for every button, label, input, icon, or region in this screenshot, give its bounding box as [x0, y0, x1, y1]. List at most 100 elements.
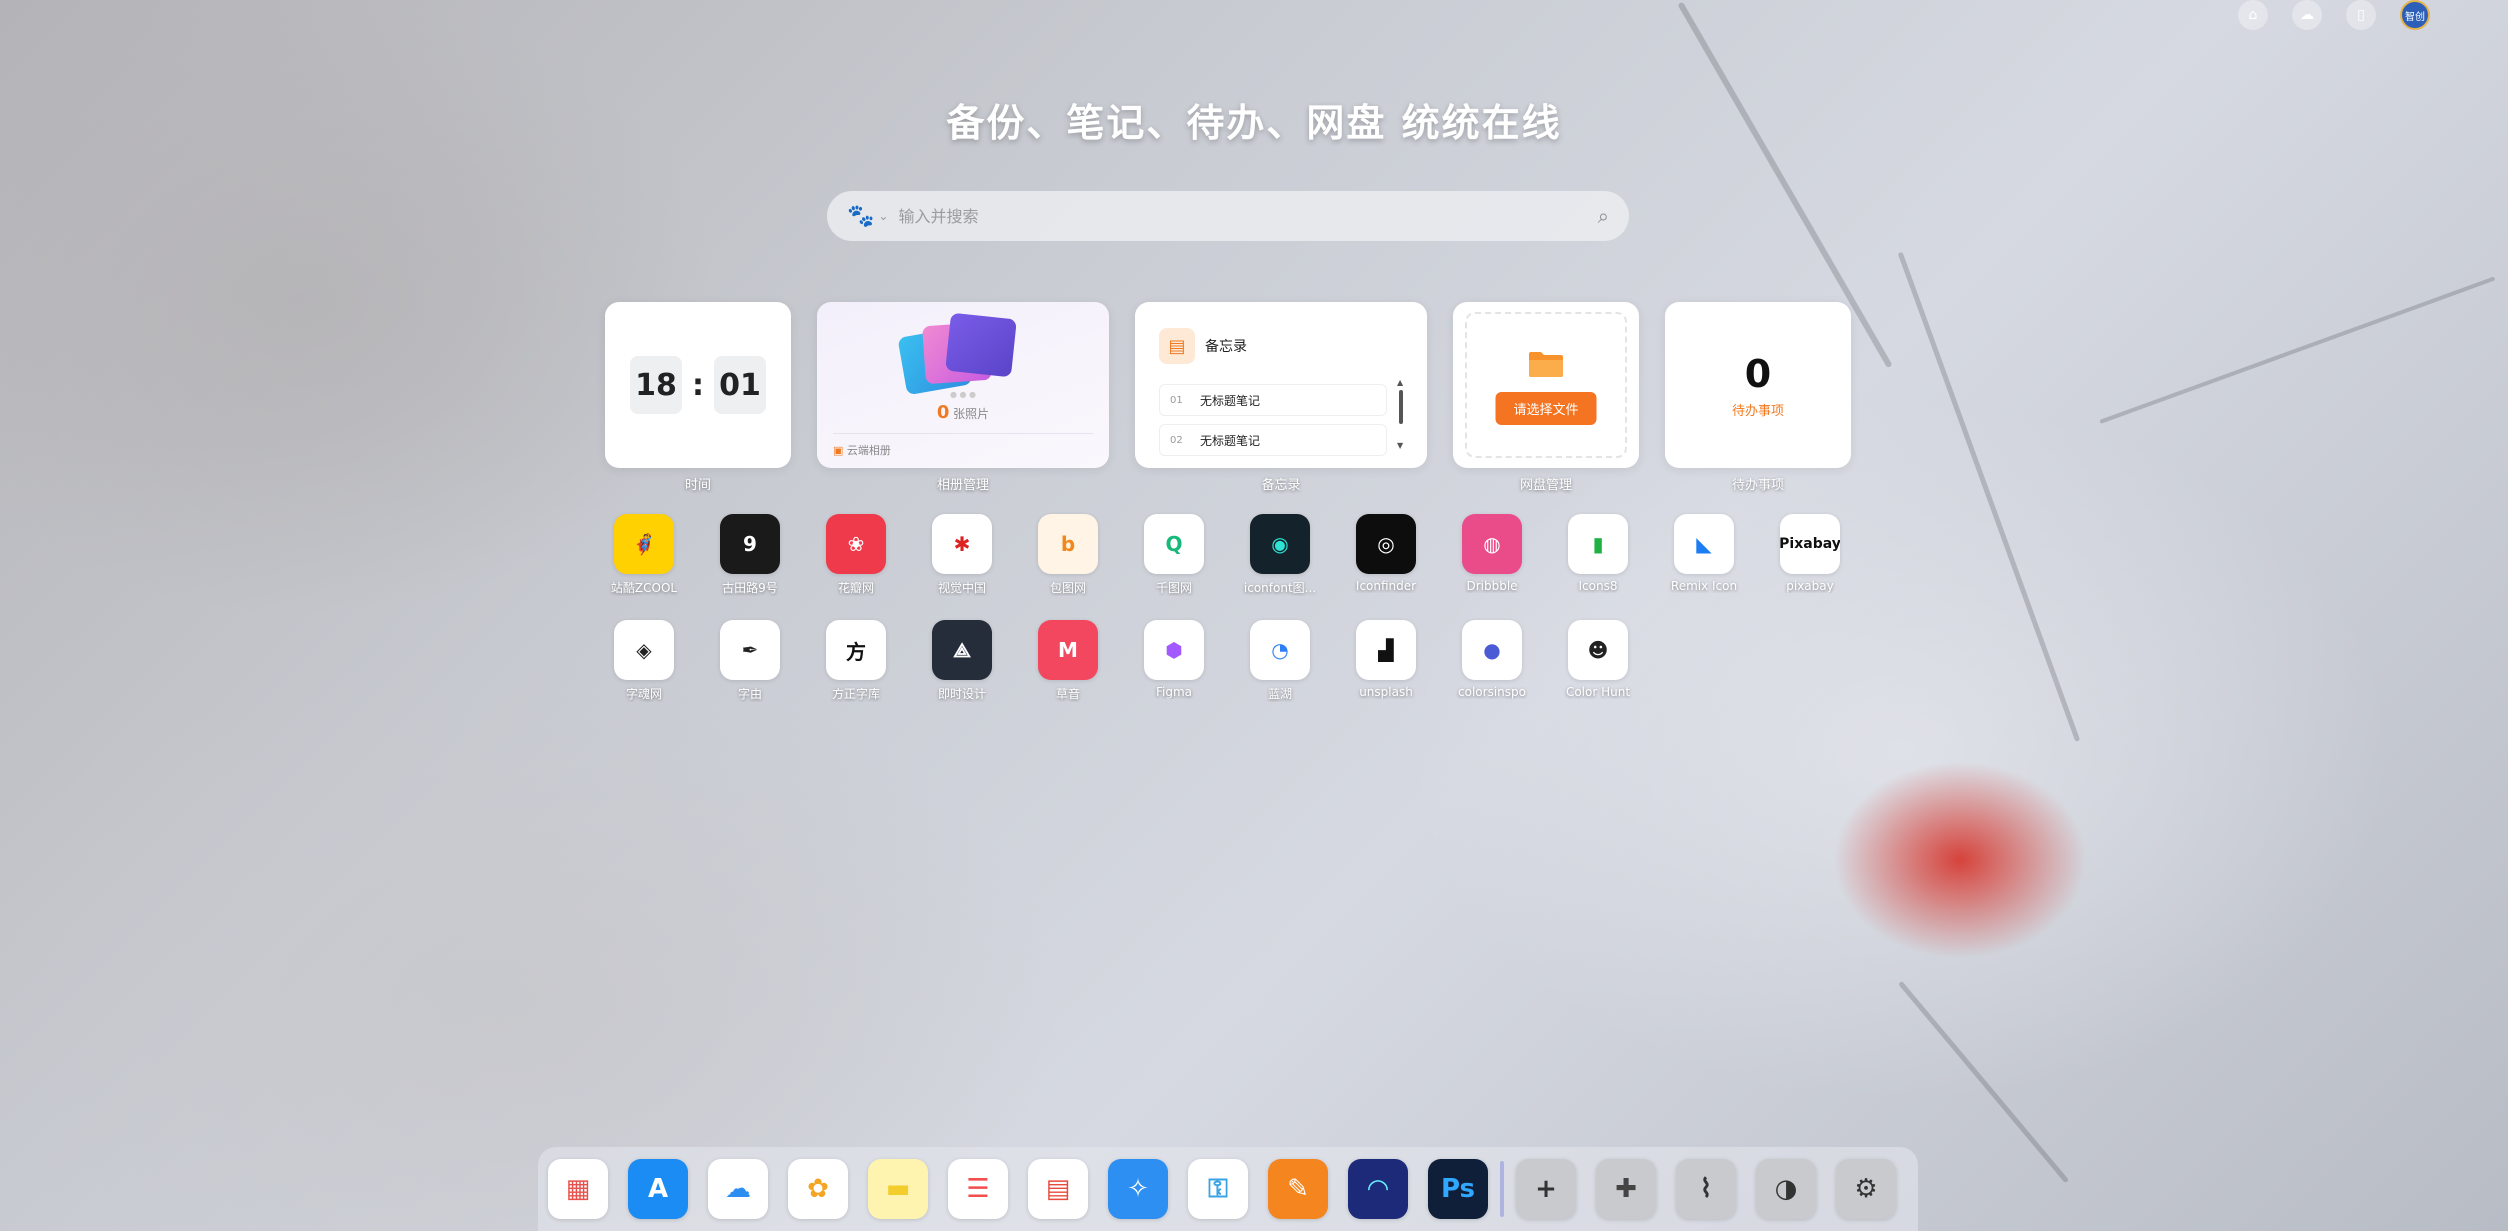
app-shortcut[interactable]: ◔ 蓝湖 [1235, 620, 1325, 702]
brush-icon[interactable]: ⌇ [1676, 1159, 1736, 1219]
app-shortcut[interactable]: ✒ 字由 [705, 620, 795, 702]
app-shortcut[interactable]: ▟ unsplash [1341, 620, 1431, 699]
app-name: 蓝湖 [1267, 687, 1292, 701]
app-shortcut[interactable]: ⟁ 即时设计 [917, 620, 1007, 702]
baidu-paw-icon[interactable]: 🐾 [847, 204, 874, 229]
clock-widget[interactable]: 18 : 01 [605, 302, 791, 468]
app-icon: ● [1462, 620, 1522, 680]
app-shortcut[interactable]: ☻ Color Hunt [1553, 620, 1643, 699]
home-icon[interactable]: ⌂ [2238, 0, 2268, 30]
dock: ▦ A ☁ ✿ ▬ ☰ ▤ ✧ ⚿ ✎ ◠ Ps + ✚ ⌇ ◑ ⚙ [538, 1147, 1918, 1231]
search-input[interactable] [898, 206, 1598, 226]
app-icon: ⟁ [932, 620, 992, 680]
app-name: pixabay [1786, 579, 1834, 593]
clock-widget-label: 时间 [684, 478, 711, 493]
app-shortcut[interactable]: b 包图网 [1023, 514, 1113, 596]
sketch-tool-icon[interactable]: ✎ [1268, 1159, 1328, 1219]
keychain-icon[interactable]: ⚿ [1188, 1159, 1248, 1219]
app-name: colorsinspo [1458, 685, 1526, 699]
album-widget-label: 相册管理 [936, 478, 989, 493]
app-name: 字由 [737, 687, 762, 701]
select-file-button[interactable]: 请选择文件 [1495, 392, 1597, 425]
app-icon: ✱ [932, 514, 992, 574]
app-name: 草音 [1055, 687, 1080, 701]
memo-note-item[interactable]: 02 无标题笔记 [1159, 424, 1387, 456]
disk-widget-label: 网盘管理 [1519, 478, 1572, 493]
image-icon: ▣ [833, 444, 844, 457]
launchpad-icon[interactable]: ▦ [548, 1159, 608, 1219]
add-icon[interactable]: + [1516, 1159, 1576, 1219]
app-icon: ▮ [1568, 514, 1628, 574]
notes-icon[interactable]: ▬ [868, 1159, 928, 1219]
album-widget[interactable]: ● ● ● 0 张照片 ▣ 云端相册 [817, 302, 1109, 468]
avatar[interactable]: 智创 [2400, 0, 2430, 30]
app-shortcut[interactable]: ● colorsinspo [1447, 620, 1537, 699]
background-branch [1897, 251, 2081, 742]
todo-count: 0 [1744, 352, 1772, 396]
cloud-album-footer[interactable]: ▣ 云端相册 [833, 433, 1093, 458]
app-shortcut[interactable]: ◣ Remix Icon [1659, 514, 1749, 593]
app-icon: b [1038, 514, 1098, 574]
memo-widget-label: 备忘录 [1261, 478, 1301, 493]
memo-note-item[interactable]: 01 无标题笔记 [1159, 384, 1387, 416]
memo-scrollbar[interactable]: ▲ ▼ [1397, 378, 1403, 450]
app-shortcut[interactable]: ◎ Iconfinder [1341, 514, 1431, 593]
sidebar-icon[interactable]: ▯ [2346, 0, 2376, 30]
screen-time-icon[interactable]: ◑ [1756, 1159, 1816, 1219]
app-store-icon[interactable]: A [628, 1159, 688, 1219]
app-shortcut[interactable]: Pixabay pixabay [1765, 514, 1855, 593]
file-drop-zone[interactable] [1465, 312, 1627, 458]
dock-separator [1500, 1161, 1504, 1217]
app-name: Figma [1155, 685, 1193, 699]
app-shortcut[interactable]: ▮ Icons8 [1553, 514, 1643, 593]
app-shortcut[interactable]: ❀ 花瓣网 [811, 514, 901, 596]
cloud-icon[interactable]: ☁ [2292, 0, 2322, 30]
gauge-app-icon[interactable]: ◠ [1348, 1159, 1408, 1219]
app-shortcut[interactable]: 🦸 站酷ZCOOL [599, 514, 689, 596]
chevron-down-icon[interactable]: ⌄ [878, 209, 888, 223]
search-icon[interactable]: ⌕ [1598, 204, 1609, 228]
app-icon: ⬢ [1144, 620, 1204, 680]
app-shortcut[interactable]: Q 千图网 [1129, 514, 1219, 596]
todo-widget[interactable]: 0 待办事项 [1665, 302, 1851, 468]
app-name: 花瓣网 [837, 581, 874, 595]
reminders-icon[interactable]: ☰ [948, 1159, 1008, 1219]
todo-text: 待办事项 [1731, 404, 1784, 419]
app-icon: Pixabay [1780, 514, 1840, 574]
app-icon: ◉ [1250, 514, 1310, 574]
app-icon: 9 [720, 514, 780, 574]
photos-icon[interactable]: ✿ [788, 1159, 848, 1219]
app-shortcut[interactable]: M 草音 [1023, 620, 1113, 702]
photo-count: 0 张照片 [936, 402, 990, 423]
app-shortcut[interactable]: 方方正字库 [811, 620, 901, 702]
app-name: 千图网 [1155, 581, 1192, 595]
app-shortcut[interactable]: ⬢ Figma [1129, 620, 1219, 699]
calendar-icon[interactable]: ▤ [1028, 1159, 1088, 1219]
app-name: 字魂网 [625, 687, 662, 701]
photoshop-icon[interactable]: Ps [1428, 1159, 1488, 1219]
app-icon: ☻ [1568, 620, 1628, 680]
top-toolbar: ⌂ ☁ ▯ 智创 [2238, 0, 2430, 30]
app-shortcut[interactable]: ◈ 字魂网 [599, 620, 689, 702]
app-name: Color Hunt [1565, 685, 1631, 699]
safari-icon[interactable]: ✧ [1108, 1159, 1168, 1219]
extensions-icon[interactable]: ✚ [1596, 1159, 1656, 1219]
memo-title: 备忘录 [1205, 339, 1247, 355]
icloud-icon[interactable]: ☁ [708, 1159, 768, 1219]
app-shortcut[interactable]: ◉ iconfont图... [1235, 514, 1325, 596]
folder-icon [1529, 352, 1563, 377]
app-shortcut[interactable]: ✱ 视觉中国 [917, 514, 1007, 596]
app-name: 古田路9号 [722, 581, 778, 595]
app-shortcut[interactable]: ◍ Dribbble [1447, 514, 1537, 593]
memo-icon: ▤ [1159, 328, 1195, 364]
app-icon: Q [1144, 514, 1204, 574]
settings-gear-icon[interactable]: ⚙ [1836, 1159, 1896, 1219]
app-name: Remix Icon [1670, 579, 1738, 593]
app-shortcut[interactable]: 9 古田路9号 [705, 514, 795, 596]
disk-widget: 请选择文件 [1453, 302, 1639, 468]
memo-widget[interactable]: ▤ 备忘录 01 无标题笔记 02 无标题笔记 ▲ ▼ [1135, 302, 1427, 468]
app-name: 即时设计 [937, 687, 986, 701]
app-name: 方正字库 [831, 687, 880, 701]
background-branch [1898, 980, 2070, 1184]
app-icon: ▟ [1356, 620, 1416, 680]
